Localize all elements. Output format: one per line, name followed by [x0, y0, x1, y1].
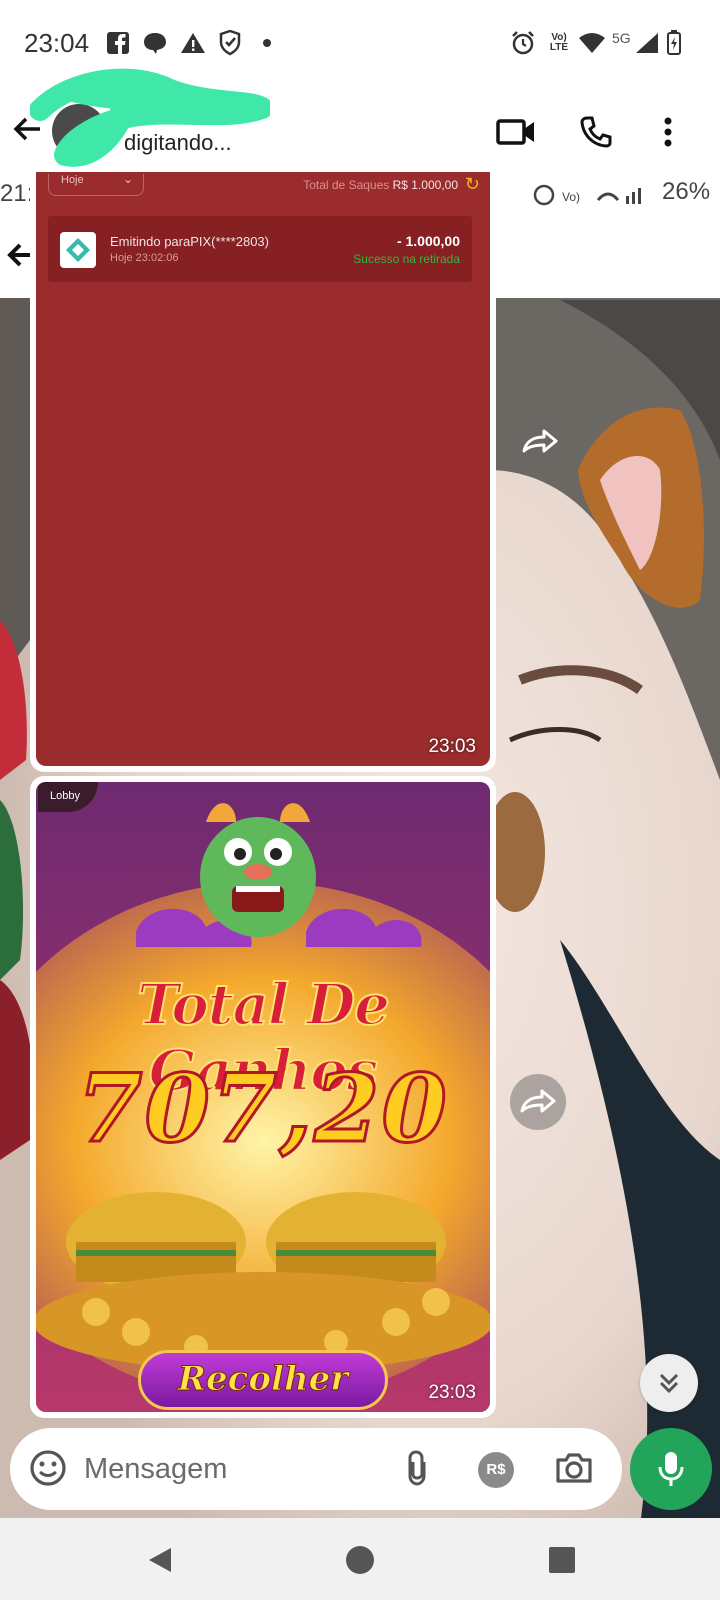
date-filter-label: Hoje [61, 174, 84, 186]
inner-status-icons: Vo) [533, 184, 641, 206]
inner-status-battery: 26% [662, 178, 711, 205]
more-vertical-icon [664, 117, 672, 147]
alarm-icon [510, 30, 536, 56]
nav-recents-button[interactable] [540, 1538, 584, 1582]
forward-icon [522, 429, 558, 453]
pix-logo-icon [60, 232, 96, 268]
total-withdrawals-value: R$ 1.000,00 [392, 178, 458, 192]
transaction-card: Emitindo paraPIX(****2803) Hoje 23:02:06… [48, 216, 472, 282]
notification-dot-icon [262, 30, 272, 56]
nav-home-button[interactable] [338, 1538, 382, 1582]
emoji-icon[interactable] [28, 1448, 68, 1488]
date-filter: Hoje ⌄ [48, 172, 144, 196]
nav-back-button[interactable] [138, 1538, 182, 1582]
nav-back-icon [149, 1548, 171, 1572]
collect-button: Recolher [138, 1350, 388, 1410]
game-win-image: Lobby Total De Ganhos 707,20 Recolher 23… [36, 782, 490, 1412]
image-message-game[interactable]: Lobby Total De Ganhos 707,20 Recolher 23… [30, 776, 496, 1418]
facebook-icon [106, 30, 130, 56]
message-time: 23:03 [428, 1382, 476, 1403]
scroll-to-bottom-button[interactable] [640, 1354, 698, 1412]
chevron-down-icon: ⌄ [123, 172, 134, 186]
voice-message-button[interactable] [630, 1428, 712, 1510]
shield-check-icon [218, 30, 242, 56]
status-time: 23:04 [24, 28, 90, 58]
video-camera-icon [496, 119, 534, 145]
transaction-amount: - 1.000,00 [396, 233, 460, 249]
double-chevron-down-icon [659, 1373, 679, 1394]
video-call-button[interactable] [494, 110, 538, 154]
collect-button-label: Recolher [177, 1359, 349, 1400]
refresh-icon: ↻ [464, 174, 480, 194]
total-withdrawals: Total de Saques R$ 1.000,00 [303, 178, 458, 192]
system-navigation-bar [0, 1518, 720, 1600]
win-amount: 707,20 [76, 1053, 449, 1166]
payment-button[interactable]: R$ [478, 1452, 514, 1488]
message-input[interactable] [84, 1428, 384, 1510]
camera-icon[interactable] [554, 1448, 594, 1488]
more-options-button[interactable] [646, 110, 690, 154]
nav-recents-icon [549, 1547, 575, 1573]
cell-signal-icon [634, 30, 660, 56]
message-compose-bar: R$ [10, 1428, 622, 1510]
transaction-status: Sucesso na retirada [353, 252, 460, 266]
transaction-date: Hoje 23:02:06 [110, 252, 179, 264]
image-message-receipt[interactable]: Hoje ⌄ Total de Saques R$ 1.000,00 ↻ Emi… [30, 148, 496, 772]
wifi-icon [578, 30, 606, 56]
warning-icon [180, 30, 206, 56]
receipt-header: Hoje ⌄ Total de Saques R$ 1.000,00 ↻ [36, 172, 490, 210]
forward-button[interactable] [510, 1074, 566, 1130]
redaction-scribble [30, 68, 270, 167]
nav-home-icon [346, 1546, 374, 1574]
message-time: 23:03 [428, 736, 476, 757]
phone-icon [580, 116, 612, 148]
network-type-label: 5G [612, 30, 631, 46]
battery-charging-icon [666, 30, 682, 56]
voice-call-button[interactable] [574, 110, 618, 154]
chat-bubble-icon [142, 30, 168, 56]
pix-receipt-image: Hoje ⌄ Total de Saques R$ 1.000,00 ↻ Emi… [36, 154, 490, 766]
transaction-title: Emitindo paraPIX(****2803) [110, 234, 269, 249]
microphone-icon [658, 1452, 684, 1486]
svg-text:Vo): Vo) [562, 190, 580, 204]
forward-icon [520, 1089, 556, 1113]
volte-indicator: Vo) LTE [549, 32, 569, 53]
total-withdrawals-label: Total de Saques [303, 178, 390, 192]
paperclip-icon[interactable] [402, 1448, 432, 1488]
lobby-label: Lobby [50, 790, 80, 802]
forward-button[interactable] [512, 414, 568, 470]
